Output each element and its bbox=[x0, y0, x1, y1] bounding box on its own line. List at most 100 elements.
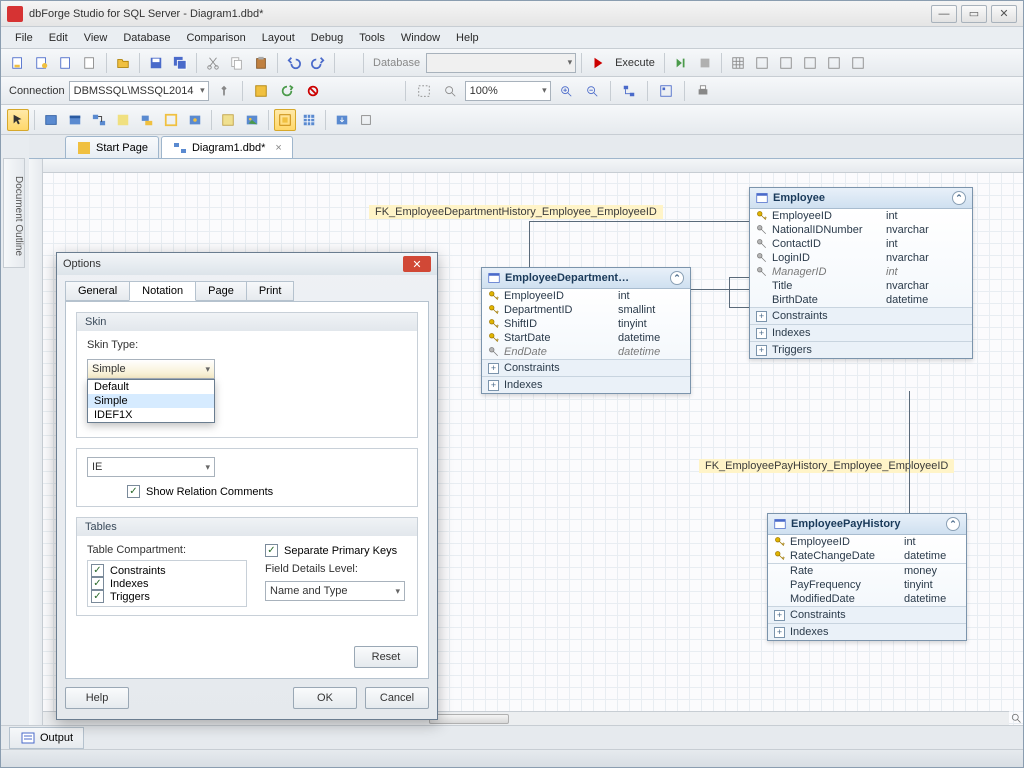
note-tool-icon[interactable] bbox=[112, 109, 134, 131]
relation-tool-icon[interactable] bbox=[88, 109, 110, 131]
snap-tool-icon[interactable] bbox=[274, 109, 296, 131]
print-icon[interactable] bbox=[692, 80, 714, 102]
entity-section[interactable]: +Indexes bbox=[750, 324, 972, 341]
stamp-tool-icon[interactable] bbox=[184, 109, 206, 131]
grid3-icon[interactable] bbox=[775, 52, 797, 74]
entity-section[interactable]: +Constraints bbox=[750, 307, 972, 324]
field-row[interactable]: BirthDatedatetime bbox=[750, 293, 972, 307]
paste-icon[interactable] bbox=[250, 52, 272, 74]
skin-type-dropdown[interactable]: Default Simple IDEF1X bbox=[87, 379, 215, 423]
expand-icon[interactable]: + bbox=[756, 311, 767, 322]
dialog-tab-general[interactable]: General bbox=[65, 281, 130, 301]
pin-icon[interactable] bbox=[213, 80, 235, 102]
scrollbar-thumb[interactable] bbox=[429, 714, 509, 724]
grid4-icon[interactable] bbox=[799, 52, 821, 74]
maximize-button[interactable]: ▭ bbox=[961, 5, 987, 23]
skin-option-idef1x[interactable]: IDEF1X bbox=[88, 408, 214, 422]
expand-icon[interactable]: + bbox=[774, 627, 785, 638]
zoom-fit-icon[interactable] bbox=[439, 80, 461, 102]
export-tool-icon[interactable] bbox=[331, 109, 353, 131]
entity-section[interactable]: +Indexes bbox=[482, 376, 690, 393]
more-tool-icon[interactable] bbox=[355, 109, 377, 131]
reset-button[interactable]: Reset bbox=[354, 646, 418, 668]
entity-department[interactable]: EmployeeDepartment… ⌃ EmployeeIDintDepar… bbox=[481, 267, 691, 394]
help-button[interactable]: Help bbox=[65, 687, 129, 709]
field-row[interactable]: PayFrequencytinyint bbox=[768, 578, 966, 592]
grid6-icon[interactable] bbox=[847, 52, 869, 74]
step-icon[interactable] bbox=[670, 52, 692, 74]
field-row[interactable]: DepartmentIDsmallint bbox=[482, 303, 690, 317]
menu-file[interactable]: File bbox=[7, 30, 41, 46]
tab-diagram[interactable]: Diagram1.dbd* × bbox=[161, 136, 293, 158]
field-row[interactable]: EmployeeIDint bbox=[750, 209, 972, 223]
expand-icon[interactable]: + bbox=[488, 380, 499, 391]
field-row[interactable]: NationalIDNumbernvarchar bbox=[750, 223, 972, 237]
table-tool-icon[interactable] bbox=[40, 109, 62, 131]
menu-layout[interactable]: Layout bbox=[254, 30, 303, 46]
zoom-out-icon[interactable] bbox=[581, 80, 603, 102]
field-row[interactable]: EmployeeIDint bbox=[768, 535, 966, 549]
grid2-icon[interactable] bbox=[751, 52, 773, 74]
field-row[interactable]: ManagerIDint bbox=[750, 265, 972, 279]
dialog-tab-page[interactable]: Page bbox=[195, 281, 247, 301]
zoom-in-icon[interactable] bbox=[555, 80, 577, 102]
edit-conn-icon[interactable] bbox=[250, 80, 272, 102]
save-all-icon[interactable] bbox=[169, 52, 191, 74]
menu-view[interactable]: View bbox=[76, 30, 116, 46]
field-row[interactable]: ModifiedDatedatetime bbox=[768, 592, 966, 606]
menu-comparison[interactable]: Comparison bbox=[178, 30, 253, 46]
menu-window[interactable]: Window bbox=[393, 30, 448, 46]
database-combo[interactable] bbox=[426, 53, 576, 73]
refresh-icon[interactable] bbox=[276, 80, 298, 102]
execute-label[interactable]: Execute bbox=[611, 57, 659, 69]
new-doc-icon[interactable] bbox=[55, 52, 77, 74]
dialog-tab-notation[interactable]: Notation bbox=[129, 281, 196, 301]
menu-tools[interactable]: Tools bbox=[351, 30, 393, 46]
field-row[interactable]: Titlenvarchar bbox=[750, 279, 972, 293]
relation-notation-combo[interactable]: IE bbox=[87, 457, 215, 477]
expand-icon[interactable]: + bbox=[774, 610, 785, 621]
expand-icon[interactable]: + bbox=[756, 345, 767, 356]
expand-icon[interactable]: + bbox=[488, 363, 499, 374]
field-row[interactable]: StartDatedatetime bbox=[482, 331, 690, 345]
field-row[interactable]: RateChangeDatedatetime bbox=[768, 549, 966, 563]
menu-database[interactable]: Database bbox=[115, 30, 178, 46]
field-row[interactable]: EmployeeIDint bbox=[482, 289, 690, 303]
select-tool-icon[interactable] bbox=[7, 109, 29, 131]
new-doc2-icon[interactable] bbox=[79, 52, 101, 74]
redo-icon[interactable] bbox=[307, 52, 329, 74]
separate-pk-checkbox[interactable]: ✓Separate Primary Keys bbox=[265, 544, 407, 557]
grid5-icon[interactable] bbox=[823, 52, 845, 74]
close-button[interactable]: ✕ bbox=[991, 5, 1017, 23]
compartment-triggers-checkbox[interactable]: ✓Triggers bbox=[91, 590, 243, 603]
menu-help[interactable]: Help bbox=[448, 30, 487, 46]
grid-icon[interactable] bbox=[727, 52, 749, 74]
expand-icon[interactable]: + bbox=[756, 328, 767, 339]
entity-section[interactable]: +Constraints bbox=[768, 606, 966, 623]
fit-icon[interactable] bbox=[413, 80, 435, 102]
collapse-icon[interactable]: ⌃ bbox=[670, 271, 684, 285]
dialog-tab-print[interactable]: Print bbox=[246, 281, 295, 301]
document-outline-panel[interactable]: Document Outline bbox=[3, 158, 25, 268]
dialog-close-icon[interactable]: ✕ bbox=[403, 256, 431, 272]
text-tool-icon[interactable] bbox=[217, 109, 239, 131]
connection-combo[interactable]: DBMSSQL\MSSQL2014 bbox=[69, 81, 209, 101]
view-tool-icon[interactable] bbox=[64, 109, 86, 131]
menu-edit[interactable]: Edit bbox=[41, 30, 76, 46]
container-tool-icon[interactable] bbox=[160, 109, 182, 131]
menu-debug[interactable]: Debug bbox=[303, 30, 351, 46]
field-row[interactable]: EndDatedatetime bbox=[482, 345, 690, 359]
entity-payhistory[interactable]: EmployeePayHistory ⌃ EmployeeIDintRateCh… bbox=[767, 513, 967, 641]
new-query-icon[interactable] bbox=[31, 52, 53, 74]
diagram-icon[interactable] bbox=[618, 80, 640, 102]
entity-section[interactable]: +Constraints bbox=[482, 359, 690, 376]
cancel-button[interactable]: Cancel bbox=[365, 687, 429, 709]
disconnect-icon[interactable] bbox=[302, 80, 324, 102]
tab-start-page[interactable]: Start Page bbox=[65, 136, 159, 158]
entity-section[interactable]: +Indexes bbox=[768, 623, 966, 640]
field-row[interactable]: ShiftIDtinyint bbox=[482, 317, 690, 331]
zoom-corner-icon[interactable] bbox=[1009, 711, 1023, 725]
entity-section[interactable]: +Triggers bbox=[750, 341, 972, 358]
skin-type-combo[interactable]: Simple bbox=[87, 359, 215, 379]
dialog-titlebar[interactable]: Options ✕ bbox=[57, 253, 437, 275]
